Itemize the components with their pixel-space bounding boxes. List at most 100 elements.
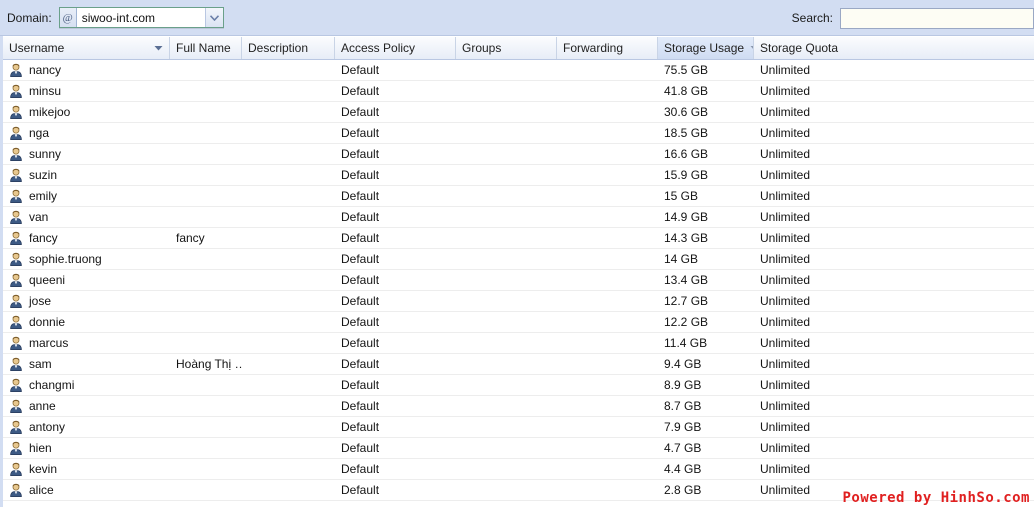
cell-storage-quota: Unlimited bbox=[760, 231, 811, 245]
table-row[interactable]: fancy fancy Default 14.3 GB Unlimited bbox=[3, 228, 1034, 249]
cell-storage-quota: Unlimited bbox=[760, 189, 811, 203]
cell-username-label: hien bbox=[29, 441, 52, 455]
cell-full-name bbox=[170, 81, 242, 101]
cell-full-name: fancy bbox=[176, 231, 205, 245]
column-header-storage-usage-label: Storage Usage bbox=[664, 41, 745, 55]
cell-forwarding bbox=[557, 375, 658, 395]
table-row[interactable]: suzin Default 15.9 GB Unlimited bbox=[3, 165, 1034, 186]
cell-storage-usage: 15.9 GB bbox=[664, 168, 709, 182]
cell-groups bbox=[456, 102, 557, 122]
cell-forwarding bbox=[557, 249, 658, 269]
cell-full-name bbox=[170, 480, 242, 500]
cell-storage-quota: Unlimited bbox=[760, 147, 811, 161]
table-row[interactable]: mikejoo Default 30.6 GB Unlimited bbox=[3, 102, 1034, 123]
table-row[interactable]: jose Default 12.7 GB Unlimited bbox=[3, 291, 1034, 312]
search-input[interactable] bbox=[840, 7, 1034, 29]
cell-access-policy: Default bbox=[341, 441, 380, 455]
cell-forwarding bbox=[557, 312, 658, 332]
cell-username-label: alice bbox=[29, 483, 54, 497]
cell-storage-quota: Unlimited bbox=[760, 336, 811, 350]
column-header-forwarding[interactable]: Forwarding bbox=[557, 37, 658, 59]
cell-username: nancy bbox=[3, 60, 170, 80]
column-header-access-policy[interactable]: Access Policy bbox=[335, 37, 456, 59]
column-header-description[interactable]: Description bbox=[242, 37, 335, 59]
cell-groups bbox=[456, 144, 557, 164]
cell-forwarding bbox=[557, 396, 658, 416]
cell-storage-quota: Unlimited bbox=[760, 252, 811, 266]
cell-username-label: queeni bbox=[29, 273, 66, 287]
column-header-storage-quota[interactable]: Storage Quota bbox=[754, 37, 1034, 59]
cell-storage-quota: Unlimited bbox=[760, 315, 811, 329]
table-row[interactable]: emily Default 15 GB Unlimited bbox=[3, 186, 1034, 207]
cell-access-policy: Default bbox=[341, 126, 380, 140]
cell-storage-usage: 30.6 GB bbox=[664, 105, 709, 119]
cell-username: kevin bbox=[3, 459, 170, 479]
cell-username-label: van bbox=[29, 210, 49, 224]
domain-label: Domain: bbox=[7, 10, 52, 25]
column-header-username-label: Username bbox=[9, 41, 65, 55]
cell-groups bbox=[456, 186, 557, 206]
cell-full-name bbox=[170, 144, 242, 164]
cell-storage-usage: 8.9 GB bbox=[664, 378, 702, 392]
cell-full-name bbox=[170, 312, 242, 332]
cell-storage-usage: 41.8 GB bbox=[664, 84, 709, 98]
cell-username: sam bbox=[3, 354, 170, 374]
table-row[interactable]: sunny Default 16.6 GB Unlimited bbox=[3, 144, 1034, 165]
cell-storage-quota: Unlimited bbox=[760, 273, 811, 287]
column-header-full-name[interactable]: Full Name bbox=[170, 37, 242, 59]
cell-forwarding bbox=[557, 228, 658, 248]
column-header-groups[interactable]: Groups bbox=[456, 37, 557, 59]
cell-forwarding bbox=[557, 81, 658, 101]
table-row[interactable]: nancy Default 75.5 GB Unlimited bbox=[3, 60, 1034, 81]
column-header-storage-usage[interactable]: Storage Usage bbox=[658, 37, 754, 59]
cell-access-policy: Default bbox=[341, 252, 380, 266]
table-row[interactable]: changmi Default 8.9 GB Unlimited bbox=[3, 375, 1034, 396]
cell-username-label: jose bbox=[29, 294, 52, 308]
table-row[interactable]: sam Hoàng Thị … Default 9.4 GB Unlimited bbox=[3, 354, 1034, 375]
cell-full-name bbox=[170, 270, 242, 290]
table-row[interactable]: donnie Default 12.2 GB Unlimited bbox=[3, 312, 1034, 333]
column-header-username[interactable]: Username bbox=[3, 37, 170, 59]
cell-username: nga bbox=[3, 123, 170, 143]
table-row[interactable]: van Default 14.9 GB Unlimited bbox=[3, 207, 1034, 228]
cell-access-policy: Default bbox=[341, 336, 380, 350]
cell-access-policy: Default bbox=[341, 273, 380, 287]
table-row[interactable]: minsu Default 41.8 GB Unlimited bbox=[3, 81, 1034, 102]
cell-groups bbox=[456, 396, 557, 416]
user-icon bbox=[9, 84, 23, 98]
user-icon bbox=[9, 315, 23, 329]
column-header-access-policy-label: Access Policy bbox=[341, 41, 416, 55]
column-header-forwarding-label: Forwarding bbox=[563, 41, 624, 55]
cell-access-policy: Default bbox=[341, 189, 380, 203]
column-header-groups-label: Groups bbox=[462, 41, 502, 55]
cell-username: mikejoo bbox=[3, 102, 170, 122]
cell-groups bbox=[456, 249, 557, 269]
cell-description bbox=[242, 438, 335, 458]
domain-combobox[interactable]: @ siwoo-int.com bbox=[58, 7, 224, 28]
table-row[interactable]: nga Default 18.5 GB Unlimited bbox=[3, 123, 1034, 144]
cell-description bbox=[242, 354, 335, 374]
cell-full-name bbox=[170, 186, 242, 206]
cell-full-name bbox=[170, 60, 242, 80]
cell-groups bbox=[456, 291, 557, 311]
table-row[interactable]: kevin Default 4.4 GB Unlimited bbox=[3, 459, 1034, 480]
cell-full-name bbox=[170, 165, 242, 185]
table-row[interactable]: antony Default 7.9 GB Unlimited bbox=[3, 417, 1034, 438]
cell-storage-usage: 11.4 GB bbox=[664, 336, 708, 350]
user-icon bbox=[9, 441, 23, 455]
table-row[interactable]: marcus Default 11.4 GB Unlimited bbox=[3, 333, 1034, 354]
cell-description bbox=[242, 480, 335, 500]
table-row[interactable]: hien Default 4.7 GB Unlimited bbox=[3, 438, 1034, 459]
cell-access-policy: Default bbox=[341, 399, 380, 413]
cell-username: sunny bbox=[3, 144, 170, 164]
user-icon bbox=[9, 168, 23, 182]
user-icon bbox=[9, 231, 23, 245]
table-row[interactable]: anne Default 8.7 GB Unlimited bbox=[3, 396, 1034, 417]
table-row[interactable]: sophie.truong Default 14 GB Unlimited bbox=[3, 249, 1034, 270]
table-row[interactable]: queeni Default 13.4 GB Unlimited bbox=[3, 270, 1034, 291]
chevron-down-icon[interactable] bbox=[204, 8, 223, 27]
user-icon bbox=[9, 399, 23, 413]
cell-full-name bbox=[170, 417, 242, 437]
user-icon bbox=[9, 147, 23, 161]
cell-forwarding bbox=[557, 417, 658, 437]
